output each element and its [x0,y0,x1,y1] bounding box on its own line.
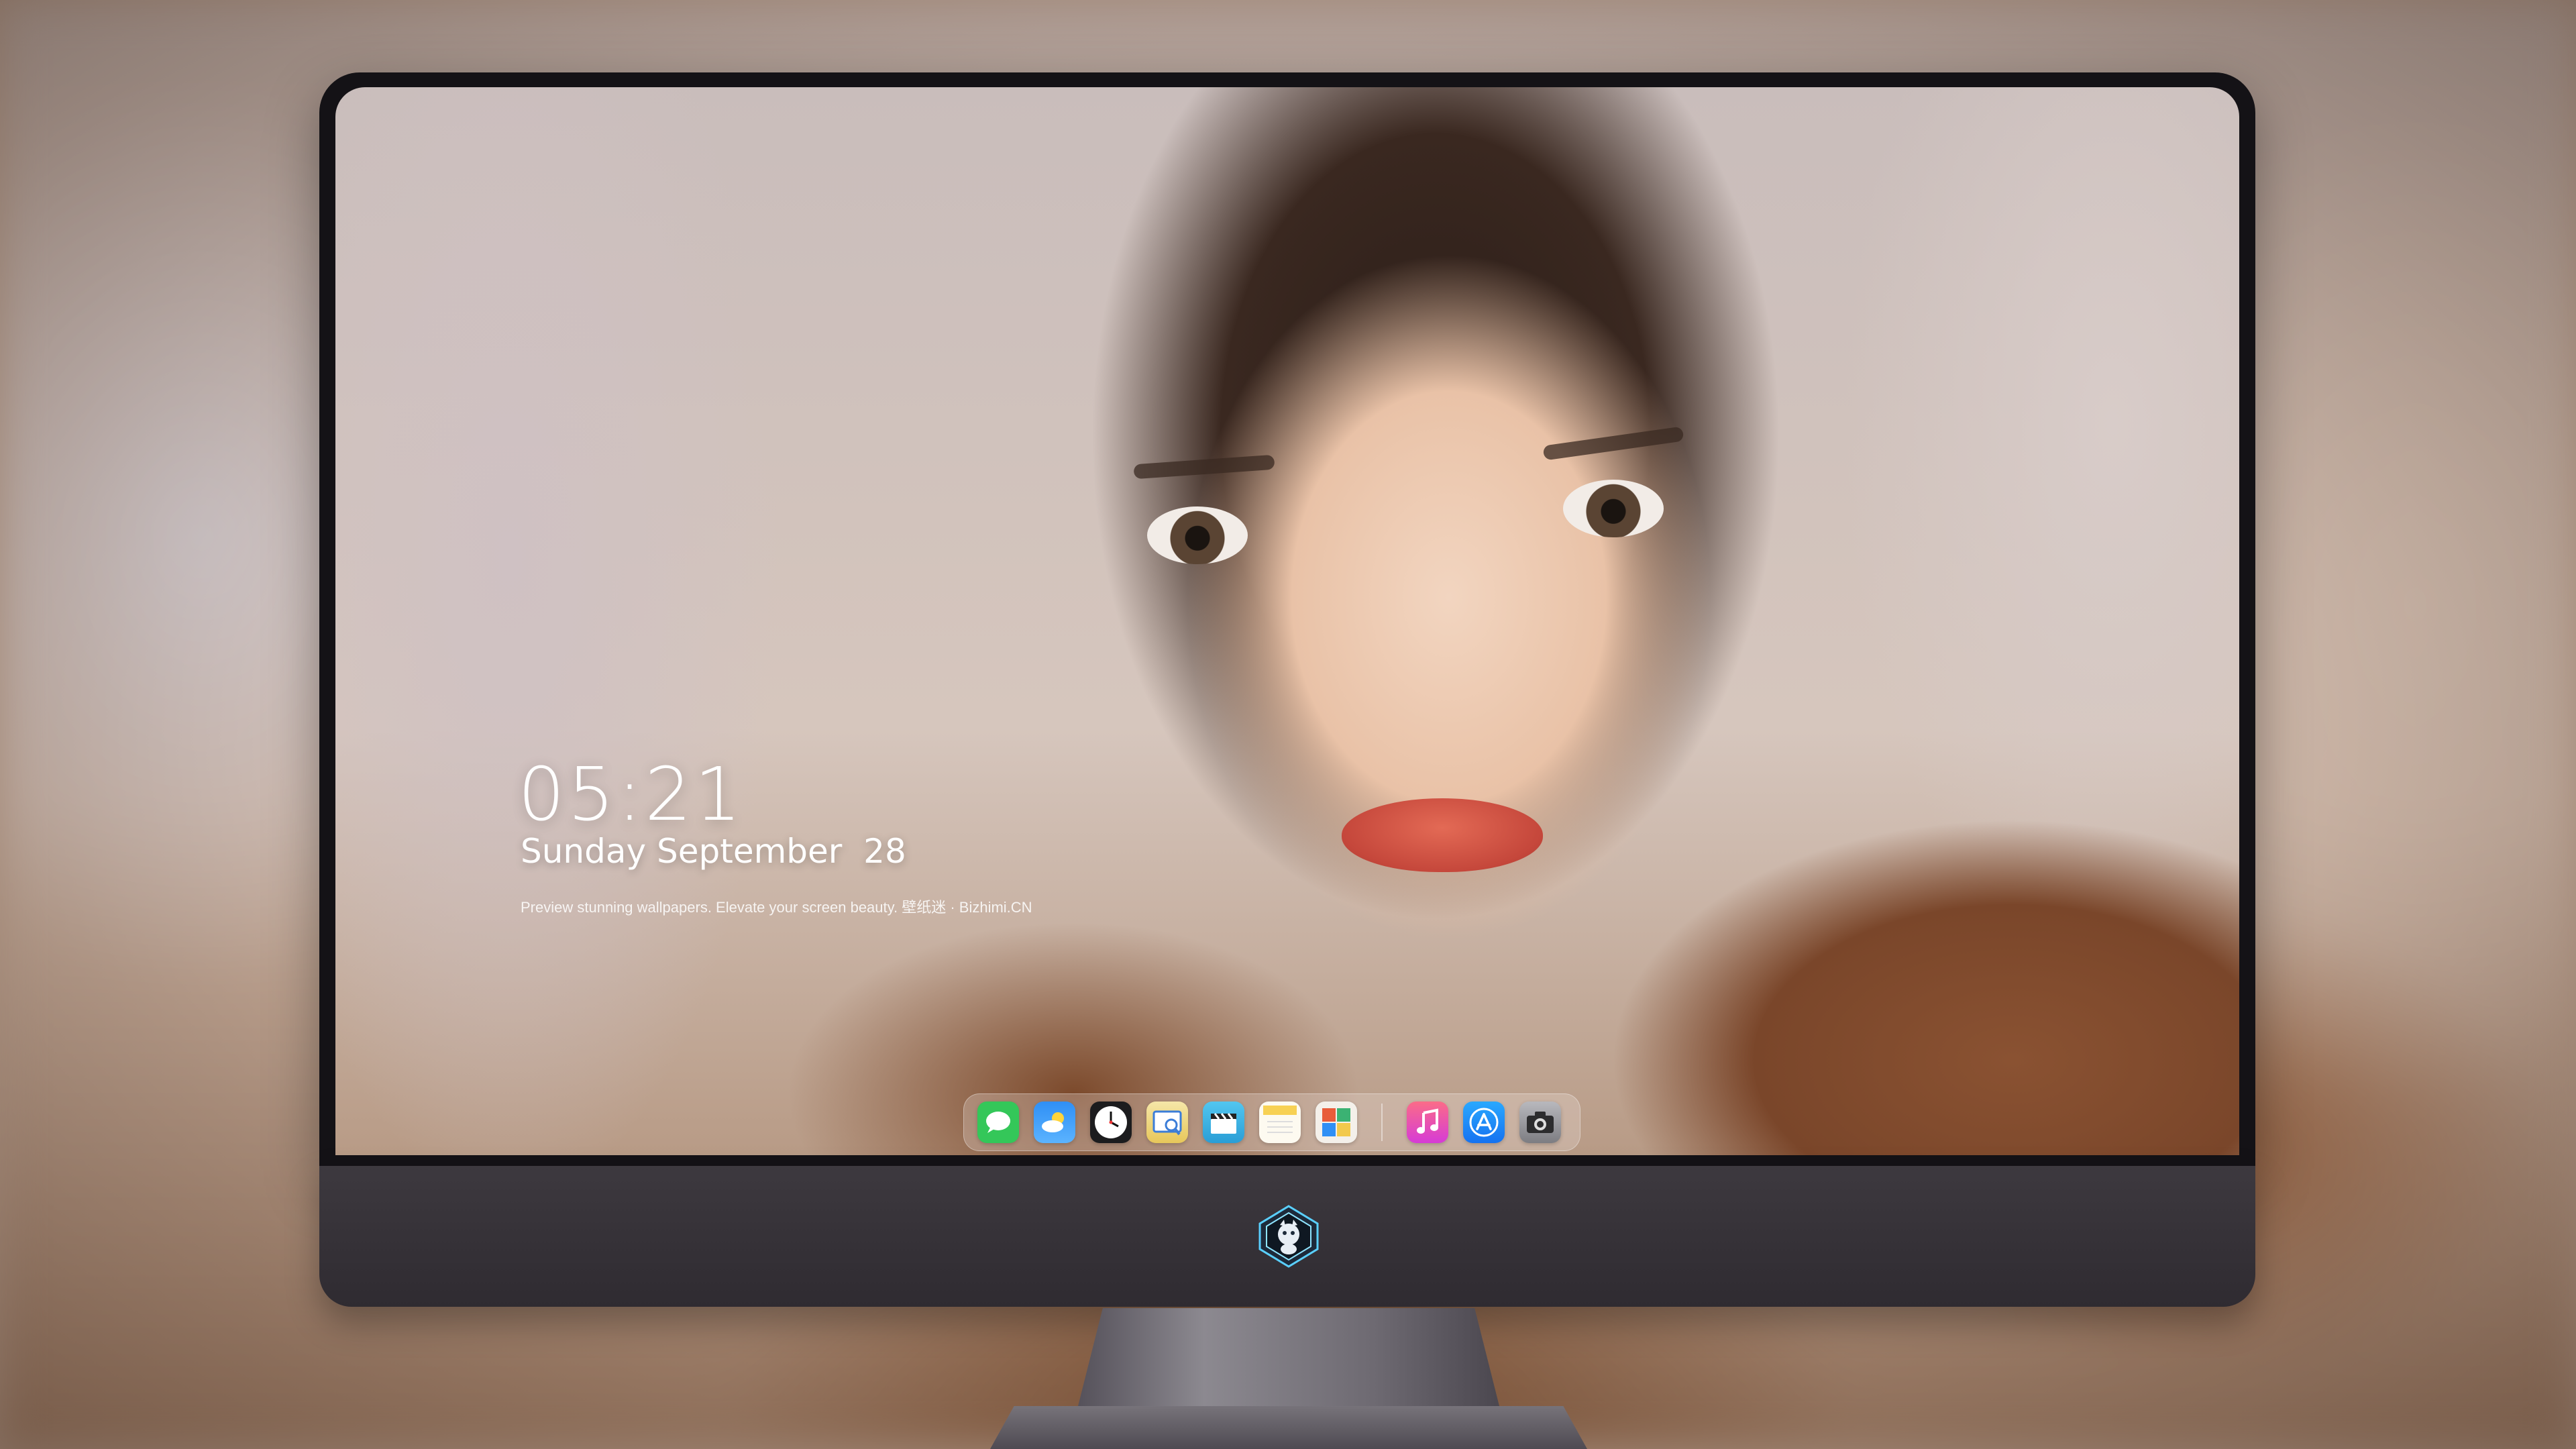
lockscreen-date: Sunday September 28 [521,832,906,871]
monitor-chin [319,1166,2255,1307]
messages-icon[interactable] [977,1102,1019,1143]
clapperboard-icon[interactable] [1203,1102,1244,1143]
dock-separator [1381,1104,1383,1141]
wallpaper-brow-right [1542,426,1684,461]
monitor-bezel: 05:21 Sunday September 28 Preview stunni… [319,72,2255,1166]
wallpaper-eye-right [1563,480,1664,537]
lockscreen-clock: 05:21 [518,751,745,837]
wallpaper-eye-left [1147,506,1248,564]
app-store-icon[interactable] [1463,1102,1505,1143]
dragon-logo-icon [1256,1203,1322,1269]
monitor-stand-neck [1077,1308,1500,1409]
monitor: 05:21 Sunday September 28 Preview stunni… [319,72,2255,1307]
weather-icon[interactable] [1034,1102,1075,1143]
music-icon[interactable] [1407,1102,1448,1143]
lock-screen[interactable]: 05:21 Sunday September 28 Preview stunni… [335,87,2239,1155]
photo-booth-icon[interactable] [1316,1102,1357,1143]
preview-icon[interactable] [1146,1102,1188,1143]
wallpaper-brow-left [1133,454,1275,480]
clock-icon[interactable] [1090,1102,1132,1143]
camera-icon[interactable] [1519,1102,1561,1143]
wallpaper-lips [1342,798,1543,872]
dock [963,1093,1580,1151]
lockscreen-tagline: Preview stunning wallpapers. Elevate you… [521,899,1032,916]
monitor-stand-base [990,1406,1587,1449]
notes-icon[interactable] [1259,1102,1301,1143]
